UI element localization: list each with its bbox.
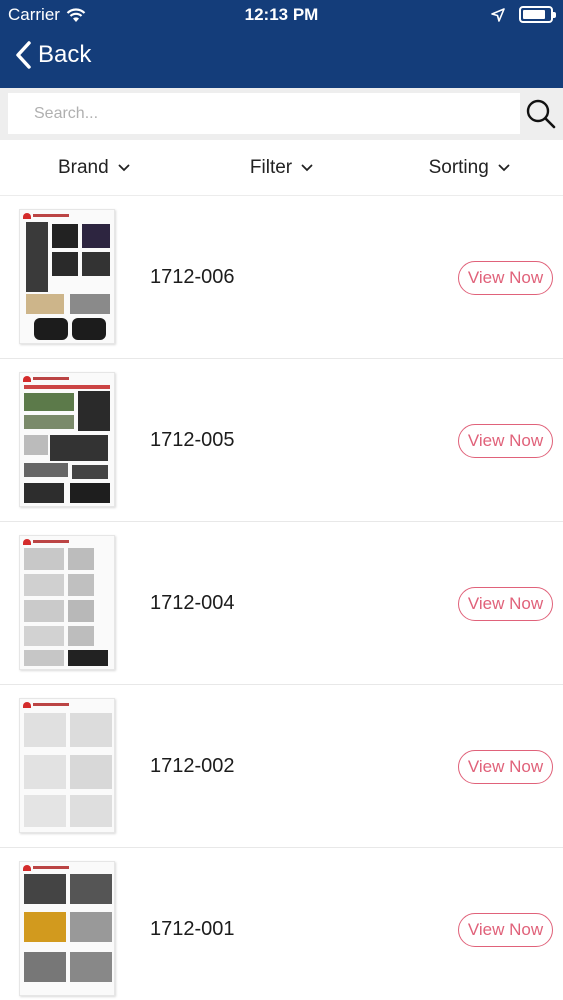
search-input[interactable]	[8, 93, 520, 134]
battery-icon	[519, 6, 556, 23]
sorting-label: Sorting	[428, 156, 489, 178]
view-now-button[interactable]: View Now	[458, 261, 553, 295]
search-icon[interactable]	[525, 98, 557, 130]
status-time: 12:13 PM	[244, 5, 319, 24]
catalog-thumbnail[interactable]	[19, 372, 115, 507]
app-header: Carrier 12:13 PM Back	[0, 0, 563, 88]
brand-label: Brand	[57, 156, 109, 178]
list-item[interactable]: 1712-002 View Now	[0, 685, 563, 848]
nav-bar: Back	[0, 30, 563, 88]
status-bar: Carrier 12:13 PM	[0, 0, 563, 30]
list-item[interactable]: 1712-001 View Now	[0, 848, 563, 1000]
catalog-title: 1712-002	[150, 755, 235, 777]
view-now-button[interactable]: View Now	[458, 587, 553, 621]
search-bar	[0, 88, 563, 140]
back-label: Back	[38, 41, 92, 68]
catalog-title: 1712-001	[150, 918, 235, 940]
back-button[interactable]: Back	[14, 40, 91, 70]
chevron-down-icon	[301, 164, 313, 171]
location-arrow-icon	[491, 7, 505, 22]
catalog-thumbnail[interactable]	[19, 209, 115, 344]
list-item[interactable]: 1712-006 View Now	[0, 196, 563, 359]
catalog-title: 1712-004	[150, 592, 235, 614]
catalog-thumbnail[interactable]	[19, 698, 115, 833]
catalog-thumbnail[interactable]	[19, 535, 115, 670]
brand-dropdown[interactable]: Brand	[0, 140, 188, 195]
chevron-down-icon	[118, 164, 130, 171]
view-now-button[interactable]: View Now	[458, 424, 553, 458]
view-now-button[interactable]: View Now	[458, 913, 553, 947]
filter-label: Filter	[249, 156, 293, 178]
chevron-down-icon	[498, 164, 510, 171]
catalog-title: 1712-006	[150, 266, 235, 288]
list-item[interactable]: 1712-004 View Now	[0, 522, 563, 685]
sorting-dropdown[interactable]: Sorting	[375, 140, 563, 195]
chevron-left-icon	[16, 41, 31, 69]
catalog-list: 1712-006 View Now 1712-005 View Now 1712…	[0, 196, 563, 1000]
filter-bar: Brand Filter Sorting	[0, 140, 563, 196]
status-indicators	[491, 6, 556, 23]
view-now-button[interactable]: View Now	[458, 750, 553, 784]
catalog-thumbnail[interactable]	[19, 861, 115, 996]
catalog-title: 1712-005	[150, 429, 235, 451]
filter-dropdown[interactable]: Filter	[188, 140, 376, 195]
list-item[interactable]: 1712-005 View Now	[0, 359, 563, 522]
